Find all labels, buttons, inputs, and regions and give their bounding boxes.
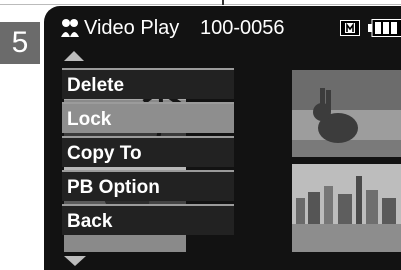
menu-item-delete[interactable]: Delete bbox=[62, 68, 234, 99]
thumbnail-city-skyline[interactable] bbox=[292, 164, 401, 252]
step-number-badge: 5 bbox=[0, 22, 40, 64]
menu-item-copy-to[interactable]: Copy To bbox=[62, 136, 234, 167]
memory-card-icon bbox=[340, 20, 360, 36]
up-arrow-icon[interactable] bbox=[64, 51, 84, 61]
battery-icon bbox=[368, 19, 401, 37]
menu-item-back[interactable]: Back bbox=[62, 204, 234, 235]
context-menu: Delete Lock Copy To PB Option Back bbox=[62, 68, 234, 238]
top-rule bbox=[0, 0, 401, 5]
mode-label: Video Play bbox=[84, 17, 180, 39]
status-bar: Video Play 100-0056 bbox=[44, 6, 401, 50]
down-arrow-icon[interactable] bbox=[64, 256, 86, 266]
people-icon bbox=[61, 19, 79, 37]
thumbnail-rabbit[interactable] bbox=[292, 70, 401, 157]
camcorder-lcd-screen: Video Play 100-0056 Delete Lock Copy To … bbox=[44, 6, 401, 270]
menu-item-lock[interactable]: Lock bbox=[62, 102, 234, 133]
file-number: 100-0056 bbox=[200, 17, 285, 39]
menu-item-pb-option[interactable]: PB Option bbox=[62, 170, 234, 201]
